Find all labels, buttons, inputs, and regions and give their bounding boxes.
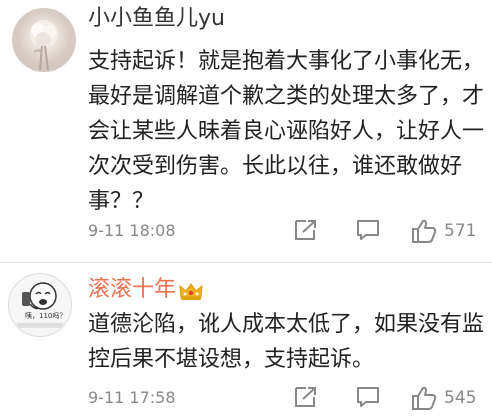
like-count: 545: [444, 388, 477, 408]
flower-avatar-icon: [30, 20, 58, 71]
comment-username[interactable]: 滚滚十年: [88, 277, 176, 303]
comment-icon[interactable]: [355, 218, 381, 242]
share-icon[interactable]: [293, 218, 319, 242]
avatar[interactable]: 咦，110吗？: [8, 273, 72, 337]
comment-text: 道德沦陷，讹人成本太低了，如果没有监控后果不堪设想，支持起诉。: [88, 312, 485, 372]
comment-icon[interactable]: [355, 385, 381, 409]
comment-item: 咦，110吗？ 滚滚十年 道德沦陷，讹人成本太低了，如果没有监控后果不堪设想，支…: [0, 262, 492, 418]
share-icon[interactable]: [293, 385, 319, 409]
cartoon-avatar-icon: 咦，110吗？: [17, 282, 66, 328]
crown-badge-icon: [179, 283, 203, 300]
avatar[interactable]: [12, 8, 76, 72]
avatar-caption: 咦，110吗？: [25, 311, 66, 320]
comment-footer: 9-11 18:08 571: [88, 218, 492, 244]
comment-footer: 9-11 17:58 545: [88, 385, 492, 411]
like-icon[interactable]: [410, 218, 438, 244]
comment-timestamp: 9-11 18:08: [88, 221, 176, 240]
comment-username[interactable]: 小小鱼鱼儿yu: [88, 6, 225, 32]
comment-text: 支持起诉！就是抱着大事化了小事化无，最好是调解道个歉之类的处理太多了，才会让某些…: [88, 49, 485, 214]
comment-timestamp: 9-11 17:58: [88, 388, 176, 407]
like-count: 571: [444, 221, 477, 241]
comment-item: 小小鱼鱼儿yu 支持起诉！就是抱着大事化了小事化无，最好是调解道个歉之类的处理太…: [0, 0, 492, 262]
like-icon[interactable]: [410, 385, 438, 411]
